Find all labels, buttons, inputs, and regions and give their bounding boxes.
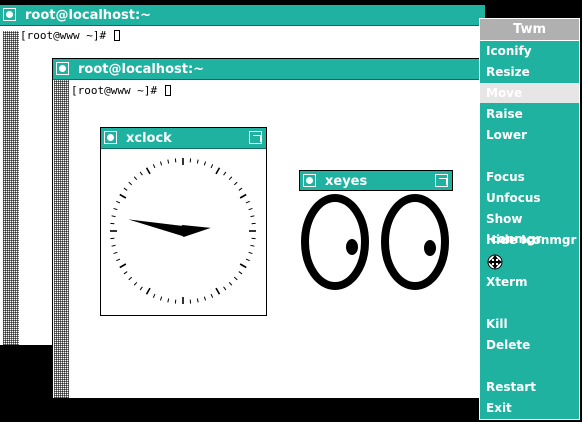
clock-tick <box>238 271 243 275</box>
clock-tick <box>152 293 156 298</box>
menu-item-unfocus[interactable]: Unfocus <box>480 188 579 208</box>
terminal-line[interactable]: [root@www ~]# <box>20 29 120 42</box>
terminal-prompt: [root@www ~]# <box>20 29 113 42</box>
clock-tick <box>113 251 118 255</box>
xterm-front-titlebar[interactable]: root@localhost:~ <box>53 59 481 80</box>
clock-tick <box>228 176 233 181</box>
menu-item-focus[interactable]: Focus <box>480 167 579 187</box>
clock-tick <box>210 164 214 169</box>
clock-tick <box>116 258 121 262</box>
clock-tick <box>223 171 227 176</box>
clock-tick <box>133 176 138 181</box>
clock-tick <box>215 167 221 175</box>
clock-tick <box>250 215 255 218</box>
menu-item-resize[interactable]: Resize <box>480 62 579 82</box>
menu-item-move[interactable]: Move <box>480 83 579 103</box>
clock-tick <box>128 181 133 186</box>
resize-button-icon[interactable] <box>435 174 448 187</box>
eyes-canvas <box>301 194 449 290</box>
clock-tick <box>196 159 199 164</box>
clock-tick <box>239 193 247 199</box>
clock-tick <box>119 263 127 269</box>
clock-tick <box>233 181 238 186</box>
clock-tick <box>123 271 128 275</box>
menu-item-restart[interactable]: Restart <box>480 377 579 397</box>
clock-tick <box>159 296 163 301</box>
terminal-prompt: [root@www ~]# <box>71 84 164 97</box>
clock-tick <box>196 298 199 303</box>
clock-tick <box>152 164 156 169</box>
text-cursor <box>113 30 120 41</box>
move-cursor-icon <box>480 251 579 271</box>
clock-tick <box>145 167 151 175</box>
menu-item-hide-iconmgr[interactable]: Hide Iconmgr <box>480 230 579 250</box>
xeyes-window[interactable]: xeyes <box>299 170 453 294</box>
clock-tick <box>167 159 170 164</box>
window-title: root@localhost:~ <box>25 8 152 23</box>
clock-tick <box>145 287 151 295</box>
menu-item-delete[interactable]: Delete <box>480 335 579 355</box>
menu-item-show-iconmgr[interactable]: Show Iconmgr <box>480 209 579 246</box>
twm-root-menu[interactable]: Twm Iconify Resize Move Raise Lower Focus Unfo… <box>479 18 580 420</box>
menu-item-exit[interactable]: Exit <box>480 398 579 418</box>
clock-tick <box>203 161 207 166</box>
clock-tick <box>245 258 250 262</box>
clock-tick <box>111 215 116 218</box>
clock-tick <box>203 296 207 301</box>
window-title: root@localhost:~ <box>78 62 205 77</box>
right-eye <box>381 194 449 290</box>
iconify-button-icon[interactable] <box>3 8 16 21</box>
clock-tick <box>210 293 214 298</box>
menu-item-iconify[interactable]: Iconify <box>480 41 579 61</box>
resize-button-icon[interactable] <box>249 131 262 144</box>
menu-item-xterm[interactable]: Xterm <box>480 272 579 292</box>
terminal-line[interactable]: [root@www ~]# <box>71 84 171 97</box>
window-title: xclock <box>126 131 172 146</box>
clock-tick <box>116 200 121 204</box>
clock-tick <box>223 286 227 291</box>
clock-tick <box>238 187 243 191</box>
menu-item-kill[interactable]: Kill <box>480 314 579 334</box>
scrollbar-track[interactable] <box>3 31 19 345</box>
menu-item-raise[interactable]: Raise <box>480 104 579 124</box>
menu-item-lower[interactable]: Lower <box>480 125 579 145</box>
clock-tick <box>128 276 133 281</box>
left-pupil <box>346 239 358 255</box>
clock-tick <box>113 207 118 211</box>
xclock-titlebar[interactable]: xclock <box>101 128 266 149</box>
clock-tick <box>159 161 163 166</box>
clock-tick <box>248 207 253 211</box>
clock-tick <box>228 281 233 286</box>
right-pupil <box>424 240 436 256</box>
clock-tick <box>250 244 255 247</box>
text-cursor <box>164 85 171 96</box>
clock-tick <box>239 263 247 269</box>
scrollbar-track[interactable] <box>54 80 69 398</box>
clock-tick <box>123 187 128 191</box>
clock-face <box>110 158 256 304</box>
clock-hour-hand <box>177 225 211 237</box>
clock-tick <box>119 193 127 199</box>
menu-title: Twm <box>480 19 579 41</box>
clock-tick <box>139 171 143 176</box>
clock-tick <box>248 251 253 255</box>
clock-tick <box>133 281 138 286</box>
clock-tick <box>233 276 238 281</box>
clock-tick <box>111 244 116 247</box>
xterm-back-titlebar[interactable]: root@localhost:~ <box>0 5 485 26</box>
clock-tick <box>245 200 250 204</box>
iconify-button-icon[interactable] <box>56 62 69 75</box>
window-title: xeyes <box>325 174 368 189</box>
clock-tick <box>139 286 143 291</box>
clock-tick <box>215 287 221 295</box>
xclock-window[interactable]: xclock <box>100 127 267 316</box>
xeyes-titlebar[interactable]: xeyes <box>299 170 453 191</box>
iconify-button-icon[interactable] <box>303 174 316 187</box>
clock-tick <box>167 298 170 303</box>
iconify-button-icon[interactable] <box>104 131 117 144</box>
